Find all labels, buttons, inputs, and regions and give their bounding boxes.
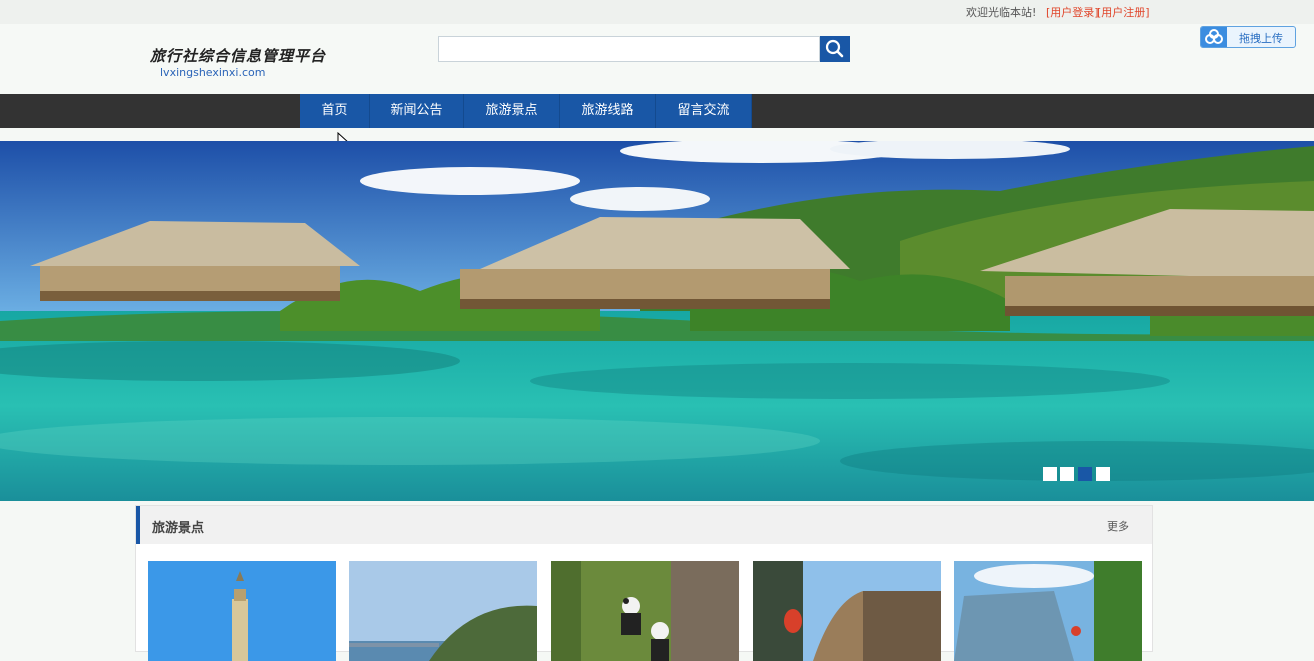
- search-icon: [825, 39, 844, 58]
- header: 旅行社综合信息管理平台 lvxingshexinxi.com: [0, 24, 1314, 94]
- attraction-card-old-town[interactable]: [753, 561, 941, 661]
- tropical-resort-photo: [0, 141, 1314, 501]
- attraction-card-panda[interactable]: [551, 561, 739, 661]
- section-header: 旅游景点 更多: [136, 506, 1152, 544]
- cloud-icon: [1201, 27, 1227, 47]
- coast-photo: [349, 561, 537, 661]
- nav-item-news[interactable]: 新闻公告: [370, 94, 464, 128]
- upload-label: 拖拽上传: [1239, 32, 1283, 45]
- attraction-card-lighthouse[interactable]: [148, 561, 336, 661]
- attractions-section: 旅游景点 更多: [135, 505, 1153, 661]
- main-nav: 首页 新闻公告 旅游景点 旅游线路 留言交流: [0, 94, 1314, 128]
- lighthouse-photo: [148, 561, 336, 661]
- site-logo-domain[interactable]: lvxingshexinxi.com: [160, 66, 265, 79]
- slide-indicator-1[interactable]: [1043, 467, 1057, 481]
- hero-banner[interactable]: [0, 141, 1314, 501]
- section-title: 旅游景点: [152, 521, 205, 536]
- search-input[interactable]: [438, 36, 820, 62]
- register-link[interactable]: [用户注册]: [1097, 4, 1150, 20]
- panda-photo: [551, 561, 739, 661]
- attraction-card-coast[interactable]: [349, 561, 537, 661]
- old-town-photo: [753, 561, 941, 661]
- nav-item-attractions[interactable]: 旅游景点: [464, 94, 560, 128]
- upload-button[interactable]: 拖拽上传: [1200, 26, 1296, 48]
- site-logo-title[interactable]: 旅行社综合信息管理平台: [150, 45, 326, 66]
- more-link[interactable]: 更多: [1107, 518, 1129, 534]
- attraction-card-cable-car[interactable]: [954, 561, 1142, 661]
- welcome-text: 欢迎光临本站!: [966, 6, 1037, 19]
- search-button[interactable]: [820, 36, 850, 62]
- slide-indicator-2[interactable]: [1060, 467, 1074, 481]
- top-bar: 欢迎光临本站! [用户登录] [用户注册]: [0, 0, 1314, 24]
- login-link[interactable]: [用户登录]: [1046, 4, 1099, 20]
- slide-indicator-4[interactable]: [1096, 467, 1110, 481]
- nav-item-routes[interactable]: 旅游线路: [560, 94, 656, 128]
- nav-item-home[interactable]: 首页: [300, 94, 370, 128]
- nav-item-messages[interactable]: 留言交流: [656, 94, 752, 128]
- slide-indicator-3[interactable]: [1078, 467, 1092, 481]
- cable-car-photo: [954, 561, 1142, 661]
